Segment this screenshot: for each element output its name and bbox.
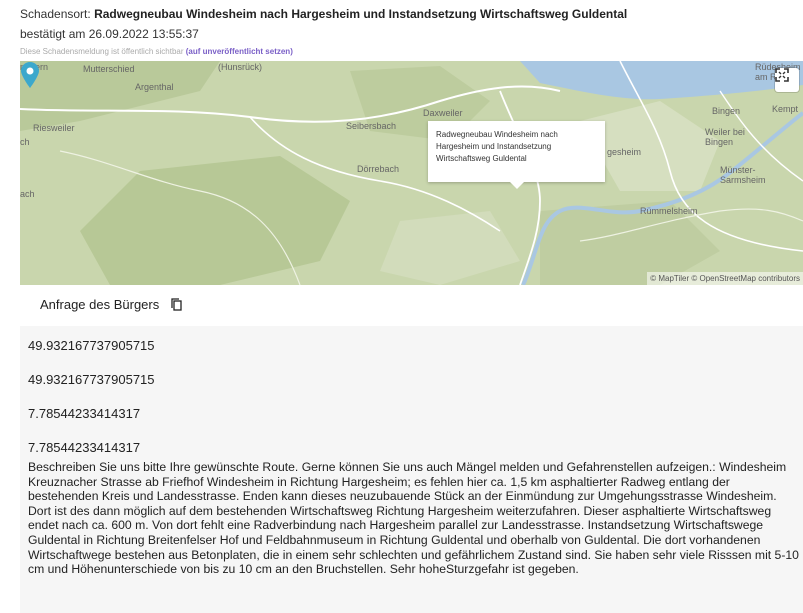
place-dorrebach: Dörrebach <box>357 164 400 174</box>
place-munster-sarmsheim: Münster- Sarmsheim <box>720 165 766 185</box>
place-ach: ach <box>20 189 35 199</box>
map[interactable]: mmern Mutterschied (Hunsrück) Argenthal … <box>20 61 803 285</box>
visibility-text: Diese Schadensmeldung ist öffentlich sic… <box>20 47 184 56</box>
confirmed-date: 26.09.2022 13:55:37 <box>88 27 199 41</box>
place-seibersbach: Seibersbach <box>346 121 397 131</box>
place-mutterschied: Mutterschied <box>83 64 135 74</box>
visibility-line: Diese Schadensmeldung ist öffentlich sic… <box>20 47 293 56</box>
request-value: 7.78544233414317 <box>28 440 141 455</box>
unpublish-link[interactable]: (auf unveröffentlicht setzen) <box>186 47 293 56</box>
request-value: 49.932167737905715 <box>28 372 155 387</box>
request-panel: 49.932167737905715 49.932167737905715 7.… <box>20 326 803 613</box>
copy-button[interactable] <box>171 298 182 311</box>
place-argenthal: Argenthal <box>135 82 174 92</box>
request-value: 49.932167737905715 <box>28 338 155 353</box>
map-attribution[interactable]: © MapTiler © OpenStreetMap contributors <box>647 272 803 285</box>
place-bingen: Bingen <box>712 106 741 116</box>
location-marker-icon[interactable] <box>20 61 40 89</box>
request-description: Beschreiben Sie uns bitte Ihre gewünscht… <box>28 460 799 577</box>
request-header: Anfrage des Bürgers <box>40 297 182 312</box>
place-kempt: Kempt <box>772 104 799 114</box>
map-base <box>20 61 803 285</box>
location-line: Schadensort: Radwegneubau Windesheim nac… <box>20 7 627 21</box>
place-daxweiler: Daxweiler <box>423 108 463 118</box>
copy-icon <box>171 298 182 311</box>
request-title: Anfrage des Bürgers <box>40 297 160 312</box>
confirmed-label: bestätigt am <box>20 27 86 41</box>
fullscreen-button[interactable] <box>775 68 799 92</box>
location-label: Schadensort: <box>20 7 91 21</box>
place-hunsruck: (Hunsrück) <box>218 62 263 72</box>
map-popup: Radwegneubau Windesheim nach Hargesheim … <box>428 121 605 182</box>
place-gesheim: gesheim <box>607 147 642 157</box>
request-value: 7.78544233414317 <box>28 406 141 421</box>
place-ch: ch <box>20 137 30 147</box>
place-weiler-bei-bingen: Weiler bei Bingen <box>705 127 745 147</box>
map-popup-tip <box>510 182 524 189</box>
confirmed-line: bestätigt am 26.09.2022 13:55:37 <box>20 27 199 41</box>
place-riesweiler: Riesweiler <box>33 123 75 133</box>
expand-icon <box>775 68 789 82</box>
place-rummelsheim: Rümmelsheim <box>640 206 698 216</box>
location-name: Radwegneubau Windesheim nach Hargesheim … <box>94 7 628 21</box>
